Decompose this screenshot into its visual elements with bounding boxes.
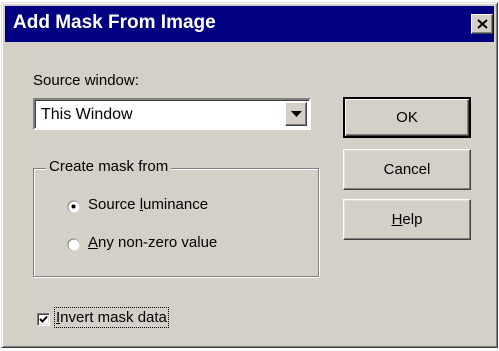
source-window-value: This Window (41, 106, 133, 123)
help-button[interactable]: Help (343, 199, 471, 240)
dialog-title: Add Mask From Image (13, 12, 216, 33)
create-mask-groupbox (33, 168, 319, 277)
title-bar[interactable]: Add Mask From Image (5, 6, 494, 42)
option-accel-key: A (88, 234, 99, 251)
option-text-pre: Source (88, 196, 140, 213)
option-text-post: uminance (143, 196, 209, 213)
option-text-post: ny non-zero value (98, 234, 218, 251)
close-button[interactable] (471, 14, 493, 34)
add-mask-dialog: Add Mask From Image Source window: This … (1, 2, 498, 348)
checkmark-icon (39, 315, 48, 323)
dropdown-arrow-button[interactable] (285, 102, 307, 126)
help-accel-key: H (391, 211, 403, 228)
radio-source-luminance[interactable] (67, 200, 80, 213)
close-icon (477, 19, 488, 29)
radio-any-nonzero[interactable] (67, 238, 80, 251)
source-window-dropdown[interactable]: This Window (33, 98, 311, 130)
create-mask-group-title: Create mask from (46, 158, 172, 175)
radio-source-luminance-label[interactable]: Source luminance (88, 196, 208, 213)
invert-label-text: nvert mask data (60, 309, 167, 326)
radio-any-nonzero-label[interactable]: Any non-zero value (88, 234, 217, 251)
invert-mask-checkbox[interactable] (37, 313, 50, 326)
chevron-down-icon (291, 111, 302, 117)
help-label: elp (402, 211, 423, 228)
ok-button[interactable]: OK (343, 97, 471, 138)
source-window-label: Source window: (33, 72, 139, 89)
cancel-button[interactable]: Cancel (343, 149, 471, 190)
invert-mask-label[interactable]: Invert mask data (54, 307, 169, 328)
